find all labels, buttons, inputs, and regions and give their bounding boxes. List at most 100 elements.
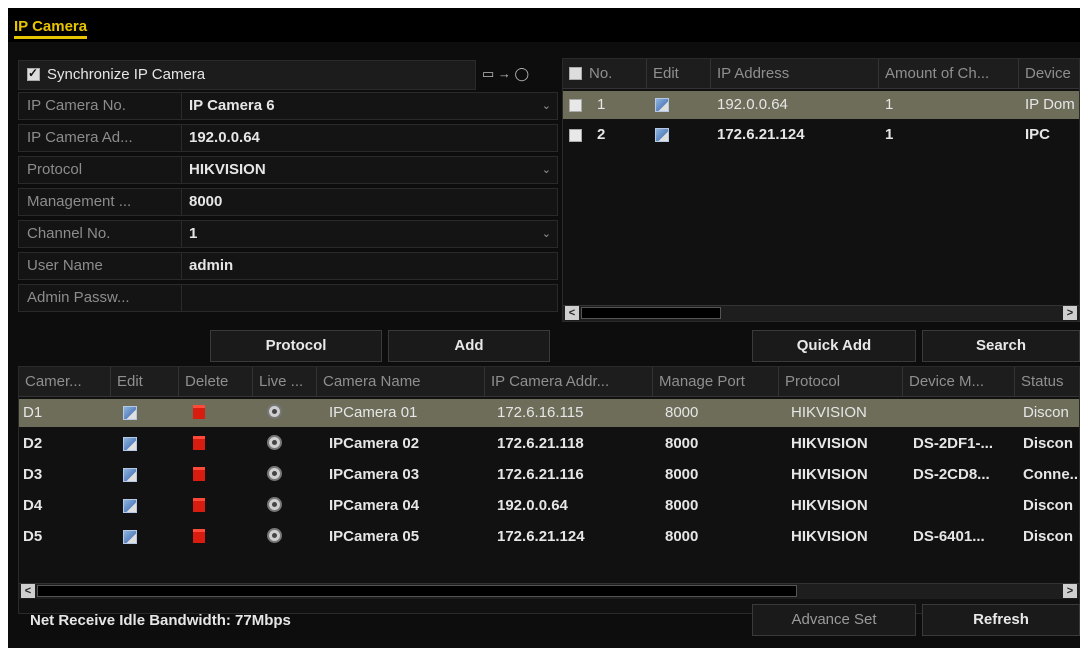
- chevron-down-icon[interactable]: ⌄: [542, 221, 551, 247]
- table-row[interactable]: D4 IPCamera 04 192.0.0.64 8000 HIKVISION Disc…: [19, 492, 1079, 520]
- column-header-camera-name[interactable]: Camera Name: [317, 367, 485, 397]
- table-row[interactable]: D2 IPCamera 02 172.6.21.118 8000 HIKVISION DS…: [19, 430, 1079, 458]
- camera-form: IP Camera No. IP Camera 6 ⌄ IP Camera Ad...…: [18, 56, 558, 316]
- camera-id: D5: [23, 528, 43, 545]
- column-header-no[interactable]: No.: [583, 59, 647, 89]
- net-receive-idle-bandwidth: Net Receive Idle Bandwidth: 77Mbps: [30, 612, 291, 629]
- ip-camera-address: 172.6.16.115: [497, 404, 584, 421]
- ip-camera-window: IP Camera Synchronize IP Camera ▭ → ◯ IP…: [8, 8, 1080, 648]
- edit-icon[interactable]: [123, 499, 137, 513]
- live-view-icon[interactable]: [267, 404, 282, 419]
- column-header-live[interactable]: Live ...: [253, 367, 317, 397]
- scroll-right-icon[interactable]: >: [1063, 584, 1077, 598]
- chevron-down-icon[interactable]: ⌄: [542, 93, 551, 119]
- ip-address: 172.6.21.124: [717, 126, 805, 143]
- table-row[interactable]: D1 IPCamera 01 172.6.16.115 8000 HIKVISION Di…: [19, 399, 1079, 427]
- column-header-protocol[interactable]: Protocol: [779, 367, 903, 397]
- select-all-checkbox[interactable]: [569, 67, 582, 80]
- form-row[interactable]: User Name admin: [18, 252, 558, 280]
- delete-icon[interactable]: [193, 498, 205, 512]
- top-table-scrollbar[interactable]: < >: [563, 305, 1079, 321]
- column-header-status[interactable]: Status: [1015, 367, 1079, 397]
- form-row[interactable]: Protocol HIKVISION ⌄: [18, 156, 558, 184]
- form-value[interactable]: admin: [189, 253, 233, 279]
- column-header-edit[interactable]: Edit: [647, 59, 711, 89]
- manage-port: 8000: [665, 435, 699, 452]
- form-row[interactable]: Management ... 8000: [18, 188, 558, 216]
- form-label: User Name: [19, 253, 182, 279]
- edit-icon[interactable]: [123, 530, 137, 544]
- form-value[interactable]: 8000: [189, 189, 222, 215]
- status: Discon: [1023, 404, 1069, 421]
- delete-icon[interactable]: [193, 529, 205, 543]
- live-view-icon[interactable]: [267, 528, 282, 543]
- column-header-manage-port[interactable]: Manage Port: [653, 367, 779, 397]
- device-model: DS-2DF1-...: [913, 435, 994, 452]
- form-value[interactable]: HIKVISION: [189, 157, 266, 183]
- form-row[interactable]: IP Camera No. IP Camera 6 ⌄: [18, 92, 558, 120]
- edit-icon[interactable]: [123, 437, 137, 451]
- camera-id: D1: [23, 404, 43, 421]
- form-row[interactable]: IP Camera Ad... 192.0.0.64: [18, 124, 558, 152]
- form-value[interactable]: IP Camera 6: [189, 93, 275, 119]
- manage-port: 8000: [665, 404, 699, 421]
- scroll-left-icon[interactable]: <: [565, 306, 579, 320]
- chevron-down-icon[interactable]: ⌄: [542, 157, 551, 183]
- form-label: Protocol: [19, 157, 182, 183]
- advance-set-button[interactable]: Advance Set: [752, 604, 916, 636]
- manage-port: 8000: [665, 466, 699, 483]
- column-header-device-model[interactable]: Device M...: [903, 367, 1015, 397]
- column-header-amount-of-channels[interactable]: Amount of Ch...: [879, 59, 1019, 89]
- add-button[interactable]: Add: [388, 330, 550, 362]
- protocol-button[interactable]: Protocol: [210, 330, 382, 362]
- scroll-thumb[interactable]: [37, 585, 797, 597]
- refresh-button[interactable]: Refresh: [922, 604, 1080, 636]
- table-row[interactable]: D3 IPCamera 03 172.6.21.116 8000 HIKVISION DS…: [19, 461, 1079, 489]
- form-row[interactable]: Admin Passw...: [18, 284, 558, 312]
- live-view-icon[interactable]: [267, 435, 282, 450]
- scroll-right-icon[interactable]: >: [1063, 306, 1077, 320]
- camera-name: IPCamera 05: [329, 528, 420, 545]
- form-row[interactable]: Channel No. 1 ⌄: [18, 220, 558, 248]
- column-header-ip-camera-address[interactable]: IP Camera Addr...: [485, 367, 653, 397]
- searched-devices-table: No. Edit IP Address Amount of Ch... Devi…: [562, 58, 1080, 322]
- column-header-camera[interactable]: Camer...: [19, 367, 111, 397]
- manage-port: 8000: [665, 497, 699, 514]
- protocol: HIKVISION: [791, 404, 867, 421]
- table-row[interactable]: D5 IPCamera 05 172.6.21.124 8000 HIKVISION DS…: [19, 523, 1079, 551]
- column-header-device[interactable]: Device: [1019, 59, 1079, 89]
- protocol: HIKVISION: [791, 466, 868, 483]
- delete-icon[interactable]: [193, 436, 205, 450]
- column-header-ip-address[interactable]: IP Address: [711, 59, 879, 89]
- delete-icon[interactable]: [193, 467, 205, 481]
- form-label: Channel No.: [19, 221, 182, 247]
- form-value[interactable]: 192.0.0.64: [189, 125, 260, 151]
- camera-name: IPCamera 01: [329, 404, 418, 421]
- live-view-icon[interactable]: [267, 497, 282, 512]
- bottom-table-scrollbar[interactable]: < >: [19, 583, 1079, 599]
- form-value[interactable]: 1: [189, 221, 197, 247]
- edit-icon[interactable]: [123, 406, 137, 420]
- scroll-thumb[interactable]: [581, 307, 721, 319]
- delete-icon[interactable]: [193, 405, 205, 419]
- window-title[interactable]: IP Camera: [14, 18, 88, 39]
- device-model: [913, 492, 1013, 520]
- edit-icon[interactable]: [123, 468, 137, 482]
- search-button[interactable]: Search: [922, 330, 1080, 362]
- live-view-icon[interactable]: [267, 466, 282, 481]
- quick-add-button[interactable]: Quick Add: [752, 330, 916, 362]
- column-header-delete[interactable]: Delete: [179, 367, 253, 397]
- row-checkbox[interactable]: [569, 99, 582, 112]
- table-row[interactable]: 2 172.6.21.124 1 IPC: [563, 121, 1079, 149]
- camera-name: IPCamera 03: [329, 466, 420, 483]
- edit-icon[interactable]: [655, 98, 669, 112]
- protocol: HIKVISION: [791, 435, 868, 452]
- scroll-left-icon[interactable]: <: [21, 584, 35, 598]
- channel-amount: 1: [885, 96, 894, 113]
- column-header-edit[interactable]: Edit: [111, 367, 179, 397]
- table-row[interactable]: 1 192.0.0.64 1 IP Dom: [563, 91, 1079, 119]
- row-checkbox[interactable]: [569, 129, 582, 142]
- form-label: Management ...: [19, 189, 182, 215]
- protocol: HIKVISION: [791, 497, 868, 514]
- edit-icon[interactable]: [655, 128, 669, 142]
